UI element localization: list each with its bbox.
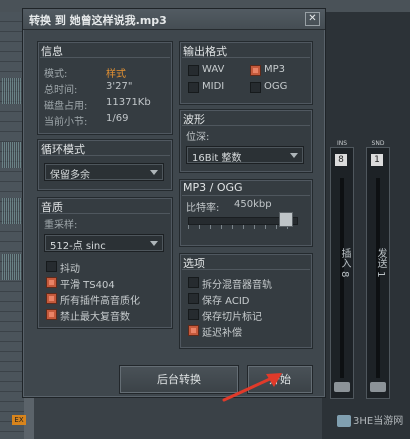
- resample-select[interactable]: 512-点 sinc: [44, 234, 164, 252]
- checkbox-label: MP3: [264, 64, 286, 75]
- total-time-label: 总时间:: [44, 85, 78, 96]
- resample-label: 重采样:: [44, 220, 78, 231]
- waveform-clip: [2, 142, 22, 168]
- fx-badge: EX: [12, 415, 26, 425]
- mixer-channel-insert[interactable]: INS 8 插入 8: [330, 140, 354, 399]
- divider: [182, 57, 310, 58]
- daw-left-tracks: [0, 12, 24, 439]
- current-bar-value: 1/69: [106, 113, 129, 124]
- mp3-ogg-title: MP3 / OGG: [183, 181, 243, 194]
- channel-header: SND: [371, 140, 385, 147]
- checkbox-icon: [188, 293, 199, 304]
- resample-selected: 512-点 sinc: [50, 241, 106, 252]
- checkbox-icon: [188, 277, 199, 288]
- chevron-down-icon: [150, 241, 158, 246]
- title-bar[interactable]: 转换 到 她曾这样说我.mp3 ✕: [23, 9, 325, 30]
- output-format-panel: 输出格式 WAV MP3 MIDI OGG: [179, 41, 313, 105]
- checkbox-icon: [188, 309, 199, 320]
- loop-mode-panel: 循环模式 保留多余: [37, 139, 173, 191]
- info-panel: 信息 模式: 样式 总时间: 3'27" 磁盘占用: 11371Kb 当前小节:…: [37, 41, 173, 135]
- level-meter: [376, 178, 380, 378]
- checkbox-icon: [46, 293, 57, 304]
- mp3-ogg-panel: MP3 / OGG 比特率: 450kbp: [179, 179, 313, 247]
- divider: [182, 269, 310, 270]
- channel-knob[interactable]: [370, 382, 386, 392]
- checkbox-icon: [188, 82, 199, 93]
- annotation-arrow-icon: [222, 373, 282, 402]
- divider: [182, 195, 310, 196]
- divider: [182, 125, 310, 126]
- waveform-clip: [2, 78, 22, 104]
- bitrate-value: 450kbp: [234, 199, 272, 210]
- checkbox-icon: [46, 277, 57, 288]
- divider: [40, 57, 170, 58]
- checkbox-icon: [46, 261, 57, 272]
- checkbox-icon: [250, 65, 261, 76]
- checkbox-label: 保存切片标记: [202, 312, 262, 323]
- level-meter: [340, 178, 344, 378]
- waveform-clip: [2, 254, 22, 280]
- checkbox-icon: [188, 325, 199, 336]
- channel-knob[interactable]: [334, 382, 350, 392]
- mode-value: 样式: [106, 69, 126, 80]
- divider: [40, 213, 170, 214]
- total-time-value: 3'27": [106, 81, 133, 92]
- quality-panel: 音质 重采样: 512-点 sinc 抖动 平滑 TS404 所有插件高音质化 …: [37, 197, 173, 329]
- channel-number: 1: [371, 154, 383, 166]
- channel-label: 插入 8: [339, 248, 350, 278]
- loop-mode-select[interactable]: 保留多余: [44, 163, 164, 181]
- channel-label: 发送 1: [375, 248, 386, 278]
- options-panel: 选项 拆分混音器音轨 保存 ACID 保存切片标记 延迟补偿: [179, 253, 313, 349]
- checkbox-icon: [188, 65, 199, 76]
- checkbox-icon: [250, 82, 261, 93]
- bitrate-slider-thumb[interactable]: [279, 212, 293, 227]
- export-dialog: 转换 到 她曾这样说我.mp3 ✕ 信息 模式: 样式 总时间: 3'27" 磁…: [22, 8, 326, 398]
- channel-number: 8: [335, 154, 347, 166]
- disk-usage-label: 磁盘占用:: [44, 101, 88, 112]
- waveform-clip: [2, 198, 22, 224]
- bit-depth-selected: 16Bit 整数: [192, 153, 242, 164]
- watermark-text: 3HE当游网: [353, 416, 404, 427]
- bit-depth-select[interactable]: 16Bit 整数: [186, 146, 304, 164]
- checkbox-icon: [46, 309, 57, 320]
- dialog-title: 转换 到 她曾这样说我.mp3: [29, 14, 167, 27]
- watermark: 3HE当游网: [337, 412, 403, 427]
- disk-usage-value: 11371Kb: [106, 97, 151, 108]
- checkbox-label: WAV: [202, 64, 225, 75]
- chevron-down-icon: [150, 170, 158, 175]
- chevron-down-icon: [290, 153, 298, 158]
- channel-header: INS: [336, 140, 348, 147]
- bitrate-label: 比特率:: [186, 203, 220, 214]
- watermark-logo-icon: [337, 415, 351, 427]
- checkbox-label: 平滑 TS404: [60, 280, 115, 291]
- checkbox-label: 拆分混音器音轨: [202, 280, 272, 291]
- close-button[interactable]: ✕: [305, 12, 320, 26]
- checkbox-label: 抖动: [60, 264, 80, 275]
- checkbox-label: 保存 ACID: [202, 296, 250, 307]
- bit-depth-label: 位深:: [186, 132, 210, 143]
- checkbox-label: MIDI: [202, 81, 225, 92]
- mixer-channel-send[interactable]: SND 1 发送 1: [366, 140, 390, 399]
- loop-mode-selected: 保留多余: [50, 170, 90, 181]
- mode-label: 模式:: [44, 69, 68, 80]
- waveform-panel: 波形 位深: 16Bit 整数: [179, 109, 313, 173]
- mixer-panel: INS 8 插入 8 SND 1 发送 1: [322, 12, 410, 439]
- checkbox-label: 延迟补偿: [202, 328, 242, 339]
- checkbox-label: 所有插件高音质化: [60, 296, 140, 307]
- checkbox-label: 禁止最大复音数: [60, 312, 130, 323]
- current-bar-label: 当前小节:: [44, 117, 88, 128]
- divider: [40, 155, 170, 156]
- checkbox-label: OGG: [264, 81, 288, 92]
